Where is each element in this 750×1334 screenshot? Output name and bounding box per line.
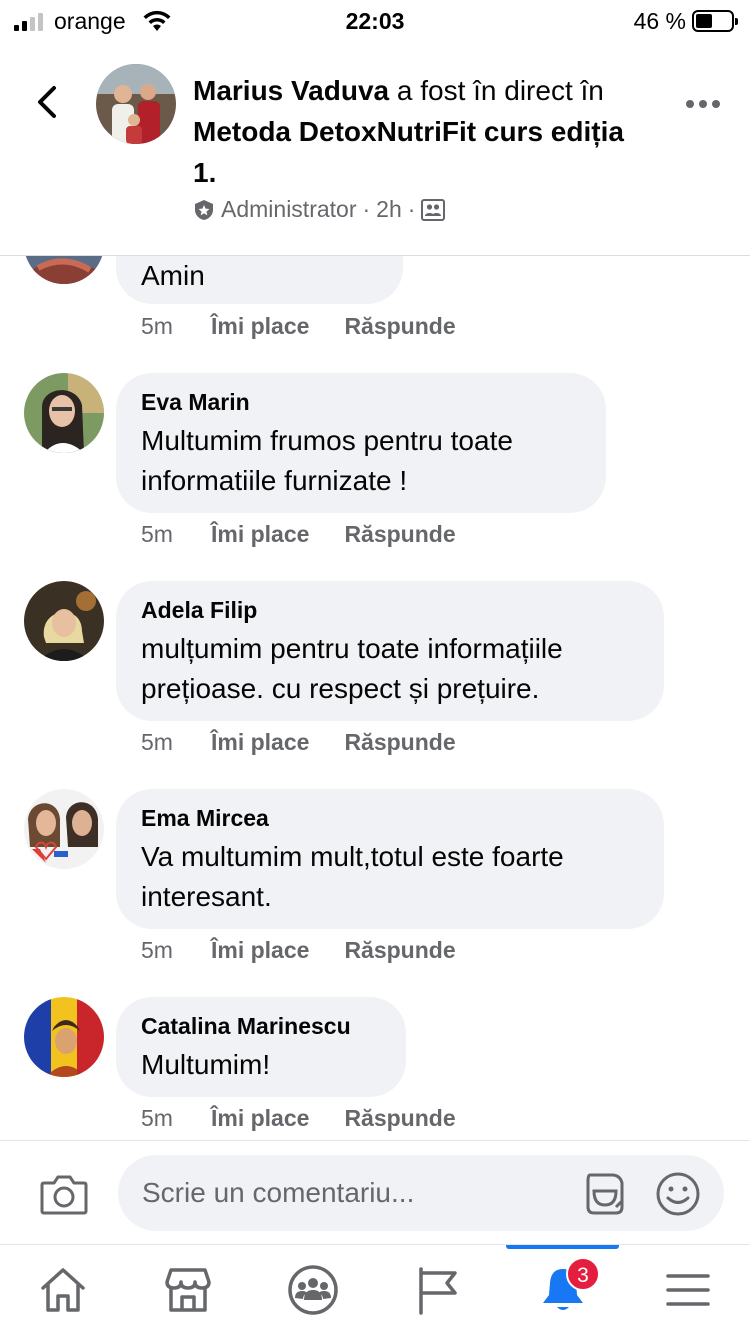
reply-button[interactable]: Răspunde	[344, 937, 455, 964]
chevron-left-icon[interactable]	[30, 84, 66, 120]
comment-text: Multumim!	[141, 1049, 271, 1080]
comment-text: Amin	[141, 260, 205, 291]
like-button[interactable]: Îmi place	[211, 521, 309, 548]
marketplace-icon	[164, 1268, 211, 1312]
notification-count-badge: 3	[566, 1257, 600, 1291]
comment-actions: 5m Îmi place Răspunde	[141, 313, 491, 340]
post-meta: Administrator · 2h ·	[193, 196, 446, 223]
meta-separator: ·	[407, 196, 416, 222]
emoji-icon[interactable]	[655, 1171, 701, 1217]
tab-pages[interactable]	[375, 1245, 500, 1334]
like-button[interactable]: Îmi place	[211, 729, 309, 756]
reply-button[interactable]: Răspunde	[344, 521, 455, 548]
reply-button[interactable]: Răspunde	[344, 1105, 455, 1132]
comment-bubble[interactable]: Adela Filip mulțumim pentru toate inform…	[116, 581, 664, 721]
commenter-avatar[interactable]	[24, 256, 104, 284]
tab-groups[interactable]	[250, 1245, 375, 1334]
comment-actions: 5m Îmi place Răspunde	[141, 937, 491, 964]
comment-bubble[interactable]: Amin	[116, 256, 403, 304]
comment-author[interactable]: Catalina Marinescu	[141, 1011, 380, 1041]
comment-time[interactable]: 5m	[141, 313, 211, 340]
menu-icon	[665, 1274, 710, 1306]
comment-time[interactable]: 5m	[141, 729, 211, 756]
commenter-avatar[interactable]	[24, 373, 104, 453]
post-age[interactable]: 2h	[376, 196, 402, 223]
comments-list[interactable]: Amin 5m Îmi place Răspunde Eva Marin Mul…	[0, 256, 750, 1140]
comment-author[interactable]: Ema Mircea	[141, 803, 638, 833]
post-header: Marius Vaduva a fost în direct în Metoda…	[0, 44, 750, 256]
like-button[interactable]: Îmi place	[211, 937, 309, 964]
commenter-avatar[interactable]	[24, 581, 104, 661]
tab-notifications[interactable]: 3	[500, 1245, 625, 1334]
comment-time[interactable]: 5m	[141, 1105, 211, 1132]
comment-bubble[interactable]: Eva Marin Multumim frumos pentru toate i…	[116, 373, 606, 513]
post-title: Marius Vaduva a fost în direct în Metoda…	[193, 70, 653, 193]
home-icon	[40, 1268, 85, 1312]
comment-time[interactable]: 5m	[141, 521, 211, 548]
comment-author[interactable]: Eva Marin	[141, 387, 580, 417]
comment-text: Multumim frumos pentru toate informatiil…	[141, 425, 513, 496]
like-button[interactable]: Îmi place	[211, 313, 309, 340]
comment-actions: 5m Îmi place Răspunde	[141, 1105, 491, 1132]
commenter-avatar[interactable]	[24, 789, 104, 869]
battery-percentage: 46 %	[633, 8, 686, 34]
tab-menu[interactable]	[625, 1245, 750, 1334]
comment-author[interactable]: Adela Filip	[141, 595, 638, 625]
author-avatar[interactable]	[96, 64, 176, 144]
post-action-text: a fost în direct în	[389, 75, 604, 106]
groups-icon	[287, 1265, 338, 1315]
bottom-tab-bar: 3	[0, 1244, 750, 1334]
status-bar: orange 22:03 46 %	[0, 0, 750, 44]
post-author-name[interactable]: Marius Vaduva	[193, 75, 389, 106]
comment-bubble[interactable]: Catalina Marinescu Multumim!	[116, 997, 406, 1097]
tab-marketplace[interactable]	[125, 1245, 250, 1334]
comment-bubble[interactable]: Ema Mircea Va multumim mult,totul este f…	[116, 789, 664, 929]
comment-composer	[0, 1140, 750, 1244]
reply-button[interactable]: Răspunde	[344, 313, 455, 340]
comment-text: mulțumim pentru toate informațiile preți…	[141, 633, 563, 704]
gif-sticker-icon[interactable]	[582, 1171, 628, 1217]
tab-home[interactable]	[0, 1245, 125, 1334]
author-role: Administrator	[221, 196, 357, 222]
camera-icon[interactable]	[40, 1173, 88, 1215]
pages-flag-icon	[418, 1267, 457, 1315]
comment-actions: 5m Îmi place Răspunde	[141, 521, 491, 548]
comment-actions: 5m Îmi place Răspunde	[141, 729, 491, 756]
comment-text: Va multumim mult,totul este foarte inter…	[141, 841, 564, 912]
meta-separator: ·	[362, 196, 371, 222]
admin-shield-icon	[195, 199, 213, 220]
comment-input[interactable]	[118, 1155, 724, 1231]
battery-icon	[692, 10, 738, 32]
comment-time[interactable]: 5m	[141, 937, 211, 964]
reply-button[interactable]: Răspunde	[344, 729, 455, 756]
group-name[interactable]: Metoda DetoxNutriFit curs ediția 1.	[193, 116, 624, 188]
like-button[interactable]: Îmi place	[211, 1105, 309, 1132]
more-dots-icon[interactable]	[686, 100, 720, 108]
commenter-avatar[interactable]	[24, 997, 104, 1077]
group-audience-icon	[421, 198, 446, 221]
